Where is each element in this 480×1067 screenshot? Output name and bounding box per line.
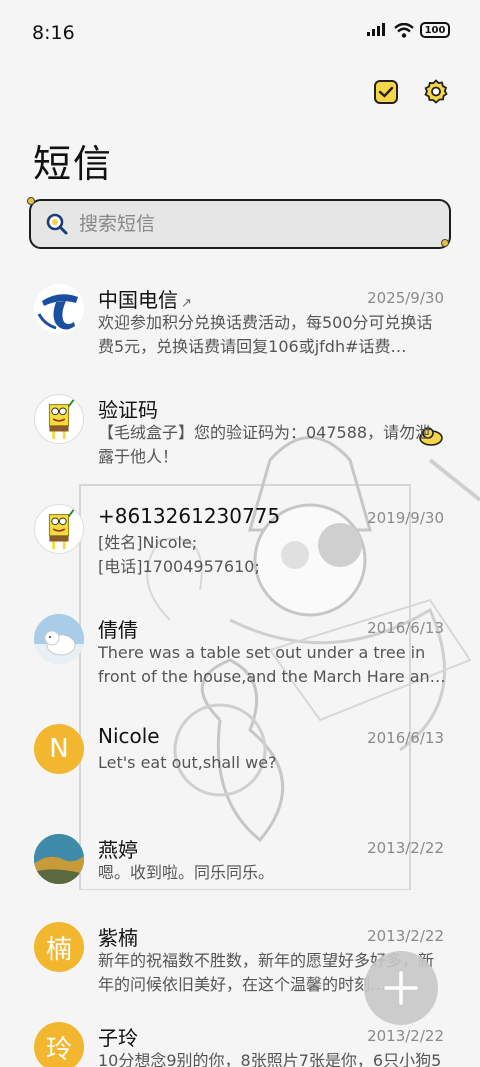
conversation-item[interactable]: 倩倩 2016/6/13 There was a table set out u… bbox=[0, 600, 480, 710]
battery-level: 100 bbox=[424, 24, 446, 36]
status-time: 8:16 bbox=[32, 22, 75, 44]
conversation-preview: [姓名]Nicole; [电话]17004957610; bbox=[98, 533, 260, 576]
check-square-icon bbox=[374, 80, 398, 104]
conversation-name: 验证码 bbox=[98, 398, 158, 422]
signal-icon bbox=[367, 23, 385, 36]
conversation-name: +8613261230775 bbox=[98, 504, 281, 528]
conversation-date: 2016/6/13 bbox=[367, 729, 444, 747]
conversation-item[interactable]: +8613261230775 2019/9/30 [姓名]Nicole; [电话… bbox=[0, 490, 480, 600]
telecom-logo-icon bbox=[35, 285, 83, 333]
conversation-item[interactable]: 验证码 【毛绒盒子】您的验证码为：047588，请勿泄露于他人！ bbox=[0, 380, 480, 490]
spongebob-avatar bbox=[48, 398, 76, 440]
avatar bbox=[34, 394, 84, 444]
avatar bbox=[34, 834, 84, 884]
conversation-preview: 嗯。收到啦。同乐同乐。 bbox=[98, 863, 275, 882]
plus-icon bbox=[384, 971, 418, 1005]
avatar: 玲 bbox=[34, 1022, 84, 1067]
conversation-name: Nicole bbox=[98, 724, 160, 748]
polar-bear-avatar bbox=[34, 614, 84, 664]
conversation-name: 紫楠 bbox=[98, 926, 138, 950]
conversation-item[interactable]: 燕婷 2013/2/22 嗯。收到啦。同乐同乐。 bbox=[0, 820, 480, 908]
conversation-preview: Let's eat out,shall we? bbox=[98, 753, 277, 772]
avatar bbox=[34, 504, 84, 554]
search-input[interactable] bbox=[79, 213, 399, 235]
conversation-preview: 【毛绒盒子】您的验证码为：047588，请勿泄露于他人！ bbox=[98, 423, 432, 466]
status-bar: 8:16 100 bbox=[0, 0, 480, 68]
decor-dot bbox=[27, 197, 35, 205]
conversation-name: 燕婷 bbox=[98, 838, 138, 862]
conversation-date: 2013/2/22 bbox=[367, 1027, 444, 1045]
conversation-date: 2025/9/30 bbox=[367, 289, 444, 307]
page-title: 短信 bbox=[33, 142, 114, 186]
conversation-item[interactable]: N Nicole 2016/6/13 Let's eat out,shall w… bbox=[0, 710, 480, 820]
conversation-preview: There was a table set out under a tree i… bbox=[98, 643, 446, 686]
conversation-item[interactable]: 中国电信 ↗ 2025/9/30 欢迎参加积分兑换话费活动，每500分可兑换话费5… bbox=[0, 270, 480, 380]
conversation-preview: 欢迎参加积分兑换话费活动，每500分可兑换话费5元，兑换话费请回复106或jfd… bbox=[98, 313, 433, 356]
battery-indicator: 100 bbox=[420, 22, 450, 38]
new-message-button[interactable] bbox=[364, 951, 438, 1025]
avatar bbox=[34, 284, 84, 334]
avatar: N bbox=[34, 724, 84, 774]
gear-icon bbox=[424, 79, 448, 104]
wifi-icon bbox=[394, 22, 414, 38]
conversation-date: 2019/9/30 bbox=[367, 509, 444, 527]
avatar bbox=[34, 614, 84, 664]
conversation-name: 子玲 bbox=[98, 1026, 138, 1050]
spongebob-avatar bbox=[48, 508, 76, 550]
landscape-avatar bbox=[34, 834, 84, 884]
checklist-button[interactable] bbox=[372, 78, 400, 106]
status-icons: 100 bbox=[366, 22, 450, 38]
conversation-list: 中国电信 ↗ 2025/9/30 欢迎参加积分兑换话费活动，每500分可兑换话费5… bbox=[0, 270, 480, 1067]
settings-button[interactable] bbox=[422, 78, 450, 106]
conversation-date: 2013/2/22 bbox=[367, 927, 444, 945]
search-icon bbox=[46, 213, 68, 235]
search-bar[interactable] bbox=[27, 197, 451, 249]
conversation-preview: 10分想念9别的你，8张照片7张是你，6只小狗5只像你，4根骨头3根归你，2瓜着… bbox=[98, 1051, 442, 1067]
decor-dot bbox=[441, 239, 449, 247]
external-link-icon: ↗ bbox=[181, 296, 192, 311]
conversation-date: 2016/6/13 bbox=[367, 619, 444, 637]
avatar: 楠 bbox=[34, 922, 84, 972]
conversation-date: 2013/2/22 bbox=[367, 839, 444, 857]
conversation-name: 倩倩 bbox=[98, 618, 138, 642]
top-actions bbox=[372, 78, 450, 106]
conversation-name: 中国电信 ↗ bbox=[98, 288, 192, 312]
